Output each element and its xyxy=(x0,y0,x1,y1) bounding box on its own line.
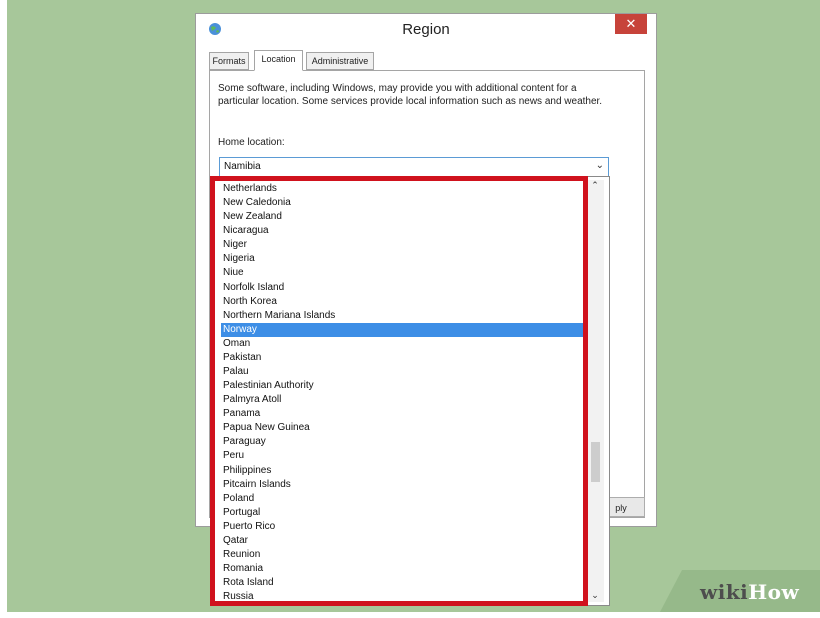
dropdown-option[interactable]: Norfolk Island xyxy=(221,281,584,295)
apply-button-label: ply xyxy=(615,503,627,513)
dropdown-option[interactable]: Netherlands xyxy=(221,182,584,196)
dropdown-option[interactable]: Puerto Rico xyxy=(221,520,584,534)
dropdown-option[interactable]: Northern Mariana Islands xyxy=(221,309,584,323)
dropdown-option[interactable]: Paraguay xyxy=(221,435,584,449)
dropdown-option[interactable]: Qatar xyxy=(221,534,584,548)
tab-administrative[interactable]: Administrative xyxy=(306,52,374,70)
wikihow-watermark: wikiHow xyxy=(660,570,820,612)
chevron-down-icon[interactable]: ⌄ xyxy=(596,160,604,171)
dropdown-option[interactable]: Niue xyxy=(221,266,584,280)
dropdown-option[interactable]: Panama xyxy=(221,407,584,421)
dropdown-option[interactable]: Palestinian Authority xyxy=(221,379,584,393)
window-title: Region xyxy=(402,21,450,38)
scroll-up-icon[interactable]: ⌃ xyxy=(586,180,604,192)
tab-formats[interactable]: Formats xyxy=(209,52,249,70)
home-location-value: Namibia xyxy=(224,161,261,172)
home-location-dropdown[interactable]: Netherlands New Caledonia New Zealand Nicar… xyxy=(210,176,610,606)
dropdown-option[interactable]: Philippines xyxy=(221,464,584,478)
dropdown-option[interactable]: New Caledonia xyxy=(221,196,584,210)
dropdown-option[interactable]: New Zealand xyxy=(221,210,584,224)
dropdown-option[interactable]: Nicaragua xyxy=(221,224,584,238)
dropdown-option[interactable]: Niger xyxy=(221,238,584,252)
dropdown-scrollbar[interactable]: ⌃ ⌄ xyxy=(586,180,604,602)
dropdown-option[interactable]: Norway xyxy=(221,322,584,337)
dropdown-option[interactable]: Reunion xyxy=(221,548,584,562)
scroll-thumb[interactable] xyxy=(591,442,600,482)
dropdown-option[interactable]: Peru xyxy=(221,449,584,463)
dropdown-option[interactable]: North Korea xyxy=(221,295,584,309)
home-location-select[interactable]: Namibia ⌄ xyxy=(219,157,609,178)
dropdown-option[interactable]: Pitcairn Islands xyxy=(221,478,584,492)
dropdown-option[interactable]: Romania xyxy=(221,562,584,576)
dropdown-option[interactable]: Papua New Guinea xyxy=(221,421,584,435)
close-button[interactable]: ✕ xyxy=(615,14,647,34)
scroll-down-icon[interactable]: ⌄ xyxy=(586,590,604,602)
dropdown-option[interactable]: Nigeria xyxy=(221,252,584,266)
dropdown-option[interactable]: Pakistan xyxy=(221,351,584,365)
dropdown-option[interactable]: Poland xyxy=(221,492,584,506)
dropdown-option[interactable]: Palau xyxy=(221,365,584,379)
dropdown-option[interactable]: Palmyra Atoll xyxy=(221,393,584,407)
country-list: Netherlands New Caledonia New Zealand Nicar… xyxy=(221,182,584,604)
dropdown-option[interactable]: Portugal xyxy=(221,506,584,520)
dropdown-option[interactable]: Russia xyxy=(221,590,584,604)
dropdown-option[interactable]: Oman xyxy=(221,337,584,351)
title-bar: Region ✕ xyxy=(196,14,656,46)
location-description: Some software, including Windows, may pr… xyxy=(218,83,603,107)
tab-location[interactable]: Location xyxy=(254,50,303,71)
dropdown-option[interactable]: Rota Island xyxy=(221,576,584,590)
close-icon: ✕ xyxy=(625,16,637,31)
home-location-label: Home location: xyxy=(218,137,285,148)
watermark-text: wikiHow xyxy=(700,580,800,604)
